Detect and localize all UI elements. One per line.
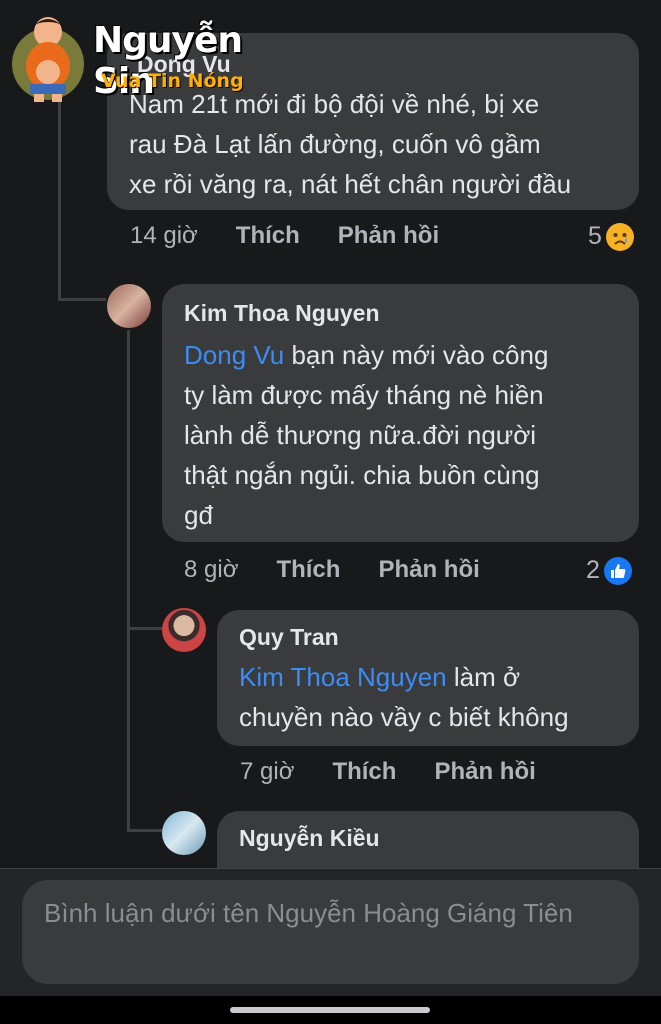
mention-link[interactable]: Kim Thoa Nguyen — [239, 662, 447, 692]
reply-action[interactable]: Phản hồi — [338, 222, 439, 250]
watermark-subtitle: Vua Tin Nóng — [101, 70, 244, 92]
comment-text: Kim Thoa Nguyen làm ở chuyền nào vầy c b… — [239, 657, 617, 737]
like-action[interactable]: Thích — [276, 556, 340, 584]
comment-bubble[interactable]: Kim Thoa Nguyen Dong Vu bạn này mới vào … — [162, 284, 639, 542]
avatar[interactable] — [162, 608, 206, 652]
watermark-logo: Nguyễn Sin Vua Tin Nóng — [8, 6, 268, 106]
like-action[interactable]: Thích — [236, 222, 300, 250]
comment-actions: 14 giờ Thích Phản hồi — [130, 222, 439, 250]
like-action[interactable]: Thích — [332, 758, 396, 786]
comment-time: 7 giờ — [240, 758, 295, 785]
comment-author[interactable]: Quy Tran — [239, 624, 617, 651]
comment-time: 14 giờ — [130, 222, 198, 249]
thread-line-sub-elbow-1 — [127, 627, 162, 630]
thread-line-sub-elbow-2 — [127, 829, 162, 832]
reaction-summary[interactable]: 5 — [588, 222, 634, 251]
like-icon — [603, 556, 632, 585]
comment-input[interactable]: Bình luận dưới tên Nguyễn Hoàng Giáng Ti… — [22, 880, 639, 984]
thread-line-sub — [127, 330, 130, 830]
comment-text: Dong Vu bạn này mới vào công ty làm được… — [184, 335, 617, 535]
thread-line-main — [58, 100, 61, 300]
reply-action[interactable]: Phản hồi — [378, 556, 479, 584]
comment-author[interactable]: Kim Thoa Nguyen — [184, 300, 617, 327]
sad-icon — [605, 222, 634, 251]
comment-actions: 8 giờ Thích Phản hồi — [184, 556, 480, 584]
comment-actions: 7 giờ Thích Phản hồi — [240, 758, 536, 786]
reaction-summary[interactable]: 2 — [586, 556, 632, 585]
mention-link[interactable]: Dong Vu — [184, 340, 284, 370]
avatar[interactable] — [162, 811, 206, 855]
reaction-count: 5 — [588, 222, 602, 250]
comment-time: 8 giờ — [184, 556, 239, 583]
reply-action[interactable]: Phản hồi — [434, 758, 535, 786]
avatar[interactable] — [107, 284, 151, 328]
home-gesture-handle[interactable] — [230, 1007, 430, 1013]
comment-bubble[interactable]: Quy Tran Kim Thoa Nguyen làm ở chuyền nà… — [217, 610, 639, 746]
mascot-icon — [12, 17, 84, 102]
comment-author[interactable]: Nguyễn Kiều — [239, 825, 617, 852]
reaction-count: 2 — [586, 556, 600, 584]
thread-line-main-elbow — [58, 298, 106, 301]
